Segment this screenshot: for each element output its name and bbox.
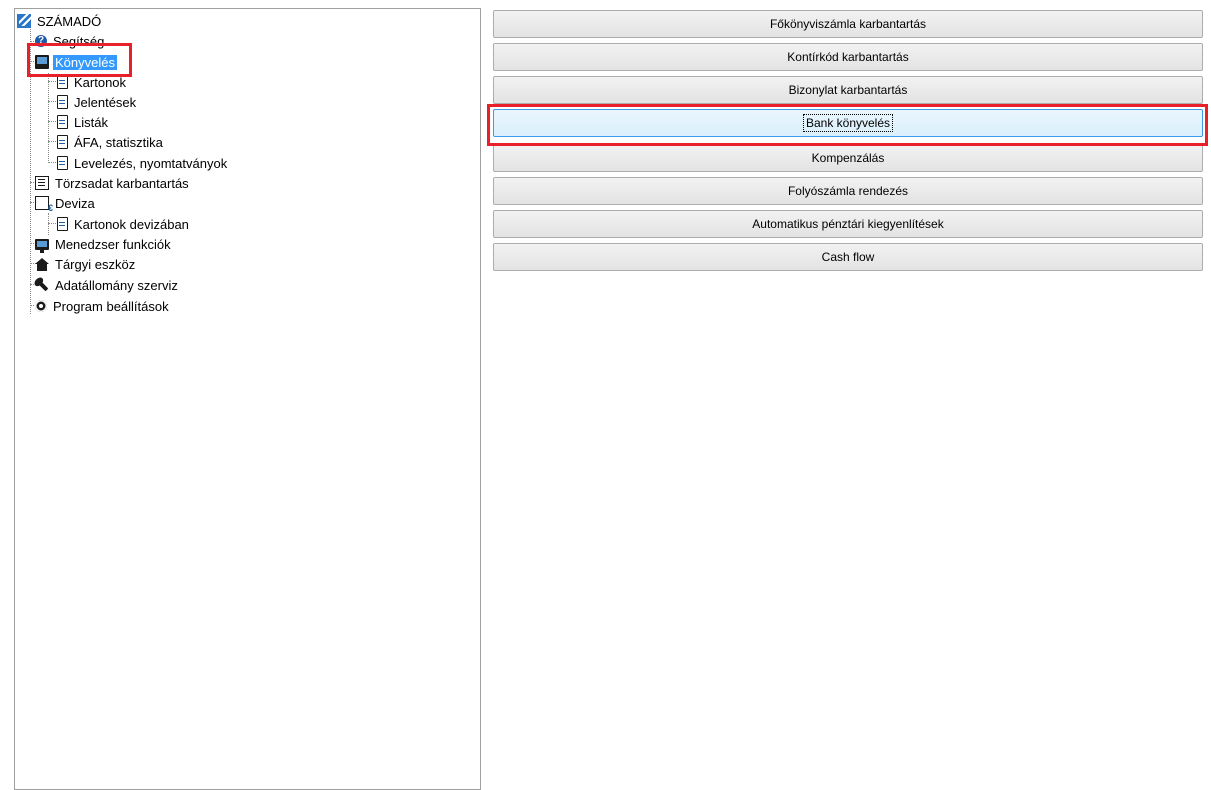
document-icon bbox=[57, 75, 68, 89]
button-label: Kontírkód karbantartás bbox=[787, 50, 909, 64]
tree-connector bbox=[48, 213, 49, 235]
button-label: Bizonylat karbantartás bbox=[788, 83, 908, 97]
tree-item-label: Menedzser funkciók bbox=[55, 236, 171, 252]
tree-item-levelezes[interactable]: Levelezés, nyomtatványok bbox=[57, 153, 229, 173]
tree-item-torzsadat[interactable]: Törzsadat karbantartás bbox=[35, 173, 191, 193]
tree-root[interactable]: SZÁMADÓ bbox=[17, 11, 103, 31]
monitor-icon bbox=[35, 238, 49, 253]
fokonyviszamla-karbantartas-button[interactable]: Főkönyviszámla karbantartás bbox=[493, 10, 1203, 38]
tree-item-konyveles[interactable]: Könyvelés bbox=[35, 52, 117, 72]
tree-item-adatallomany[interactable]: Adatállomány szerviz bbox=[35, 275, 180, 295]
tree-item-label: Segítség bbox=[53, 33, 105, 49]
tree-item-label: Törzsadat karbantartás bbox=[55, 175, 189, 191]
button-label: Kompenzálás bbox=[811, 151, 885, 165]
kontirkod-karbantartas-button[interactable]: Kontírkód karbantartás bbox=[493, 43, 1203, 71]
currency-icon bbox=[35, 196, 53, 213]
tree-item-label: Kartonok devizában bbox=[74, 216, 189, 232]
tree-item-label: Jelentések bbox=[74, 94, 137, 110]
app-logo-icon bbox=[17, 14, 31, 28]
tree-item-label: Tárgyi eszköz bbox=[55, 256, 136, 272]
wrench-icon bbox=[32, 275, 52, 295]
book-icon bbox=[35, 55, 49, 69]
tree-connector bbox=[48, 73, 49, 163]
tree-item-kartonok-devizaban[interactable]: Kartonok devizában bbox=[57, 214, 191, 234]
tree-connector bbox=[48, 141, 56, 142]
automatikus-penztari-kiegyenlitesek-button[interactable]: Automatikus pénztári kiegyenlítések bbox=[493, 210, 1203, 238]
tree-connector bbox=[48, 121, 56, 122]
tree-item-label: Könyvelés bbox=[53, 54, 117, 70]
button-label: Folyószámla rendezés bbox=[787, 184, 909, 198]
navigation-tree[interactable]: SZÁMADÓ ? Segítség Könyvelés Kartonok Je… bbox=[14, 8, 481, 790]
bank-konyveles-button[interactable]: Bank könyvelés bbox=[493, 109, 1203, 137]
gear-icon bbox=[35, 300, 47, 312]
tree-item-afa-statisztika[interactable]: ÁFA, statisztika bbox=[57, 132, 165, 152]
tree-item-label: Deviza bbox=[55, 195, 95, 211]
kompenzalas-button[interactable]: Kompenzálás bbox=[493, 144, 1203, 172]
house-icon bbox=[35, 258, 49, 271]
tree-item-label: Adatállomány szerviz bbox=[55, 277, 178, 293]
tree-root-label: SZÁMADÓ bbox=[37, 13, 102, 29]
button-label: Cash flow bbox=[821, 250, 875, 264]
help-icon: ? bbox=[35, 35, 47, 47]
tree-item-label: Levelezés, nyomtatványok bbox=[74, 155, 228, 171]
button-label: Automatikus pénztári kiegyenlítések bbox=[752, 217, 944, 231]
bizonylat-karbantartas-button[interactable]: Bizonylat karbantartás bbox=[493, 76, 1203, 104]
tree-item-label: Kartonok bbox=[74, 74, 127, 90]
tree-item-segitseg[interactable]: ? Segítség bbox=[35, 31, 106, 51]
tree-connector bbox=[48, 101, 56, 102]
document-icon bbox=[57, 95, 68, 109]
document-icon bbox=[57, 217, 68, 231]
tree-item-listak[interactable]: Listák bbox=[57, 112, 110, 132]
tree-item-kartonok[interactable]: Kartonok bbox=[57, 72, 128, 92]
folyoszamla-rendezes-button[interactable]: Folyószámla rendezés bbox=[493, 177, 1203, 205]
tree-item-targyi-eszkoz[interactable]: Tárgyi eszköz bbox=[35, 254, 137, 274]
tree-item-menedzser[interactable]: Menedzser funkciók bbox=[35, 234, 173, 254]
tree-item-program-beallitasok[interactable]: Program beállítások bbox=[35, 296, 171, 316]
tree-item-jelentesek[interactable]: Jelentések bbox=[57, 92, 138, 112]
tree-item-label: Listák bbox=[74, 114, 108, 130]
tree-connector bbox=[48, 81, 56, 82]
button-label: Bank könyvelés bbox=[802, 114, 894, 132]
cash-flow-button[interactable]: Cash flow bbox=[493, 243, 1203, 271]
tree-connector bbox=[48, 162, 56, 163]
tree-connector bbox=[48, 223, 56, 224]
document-icon bbox=[57, 115, 68, 129]
table-icon bbox=[35, 176, 49, 190]
tree-item-label: Program beállítások bbox=[53, 298, 169, 314]
tree-connector bbox=[30, 22, 31, 314]
document-icon bbox=[57, 156, 68, 170]
document-icon bbox=[57, 135, 68, 149]
button-label: Főkönyviszámla karbantartás bbox=[769, 17, 927, 31]
tree-item-deviza[interactable]: Deviza bbox=[35, 193, 97, 213]
tree-item-label: ÁFA, statisztika bbox=[74, 134, 163, 150]
